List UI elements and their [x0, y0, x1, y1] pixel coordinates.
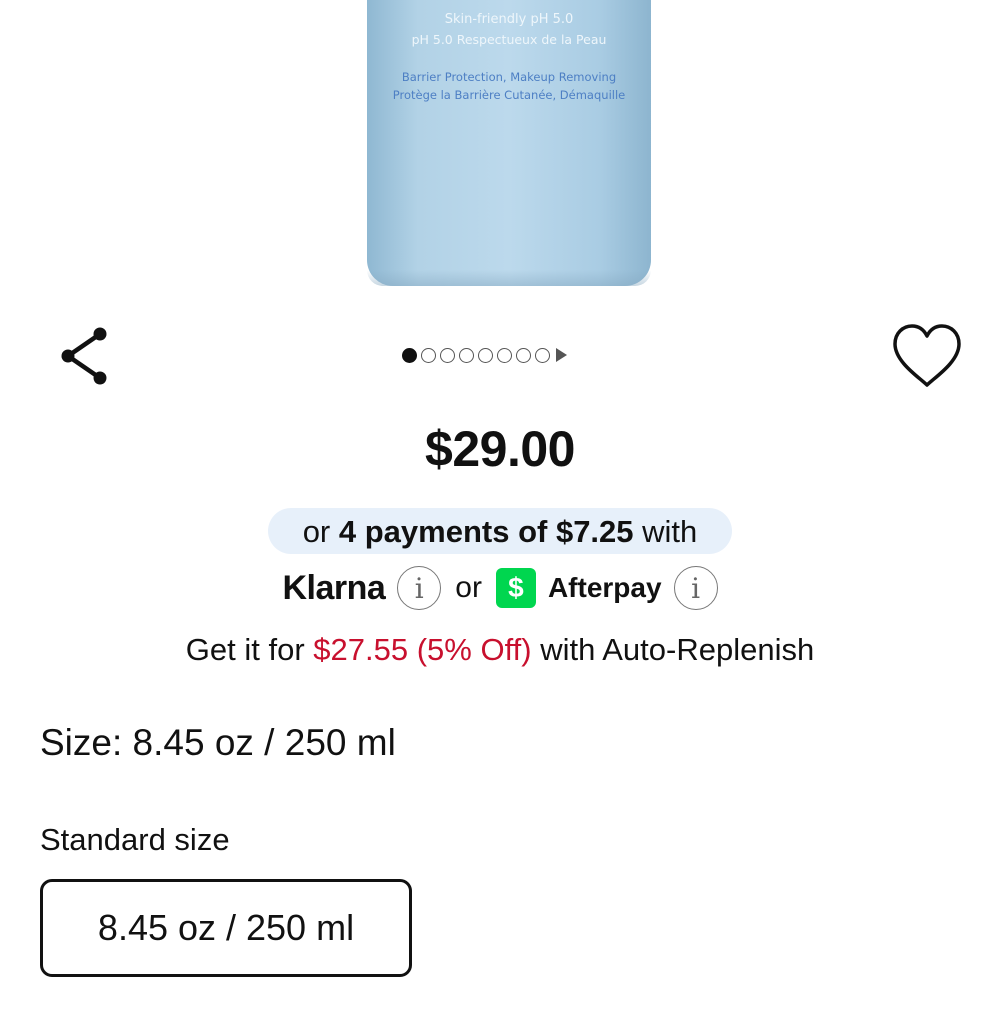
product-image[interactable]: Skin-friendly pH 5.0 pH 5.0 Respectueux … — [0, 0, 1000, 300]
installment-amount: 4 payments of $7.25 — [338, 514, 634, 549]
installment-suffix: with — [642, 514, 698, 549]
share-button[interactable] — [58, 326, 112, 386]
auto-replenish-text: Get it for $27.55 (5% Off) with Auto-Rep… — [0, 632, 1000, 668]
favorite-button[interactable] — [890, 322, 964, 390]
size-option-button[interactable]: 8.45 oz / 250 ml — [40, 879, 412, 977]
product-price: $29.00 — [425, 421, 575, 477]
bottle-text: Skin-friendly pH 5.0 — [444, 12, 574, 27]
afterpay-info-icon[interactable]: i — [673, 566, 718, 610]
bottle-text: Barrier Protection, Makeup Removing — [401, 70, 617, 84]
carousel-next-icon[interactable] — [556, 348, 567, 362]
bnpl-options: Klarna i or $ Afterpay i — [0, 562, 1000, 614]
installment-text: or 4 payments of $7.25 with — [0, 510, 1000, 554]
replenish-suffix: with Auto-Replenish — [540, 632, 815, 667]
image-carousel-indicator[interactable] — [402, 346, 567, 364]
installment-prefix: or — [302, 514, 331, 549]
carousel-dot[interactable] — [516, 347, 531, 363]
afterpay-logo: Afterpay — [547, 572, 662, 603]
carousel-dot[interactable] — [497, 347, 512, 363]
bottle-text: Protège la Barrière Cutanée, Démaquille — [392, 88, 626, 102]
klarna-logo: Klarna — [282, 568, 386, 607]
carousel-dot[interactable] — [440, 347, 455, 363]
heart-outline-icon — [893, 324, 961, 387]
klarna-info-icon[interactable]: i — [397, 566, 442, 610]
replenish-discount: $27.55 (5% Off) — [313, 632, 532, 667]
carousel-dot[interactable] — [478, 347, 493, 363]
carousel-dot[interactable] — [459, 347, 474, 363]
selected-size-label: Size: 8.45 oz / 250 ml — [40, 722, 396, 763]
share-icon — [61, 327, 107, 385]
product-bottle: Skin-friendly pH 5.0 pH 5.0 Respectueux … — [367, 0, 651, 286]
carousel-dot[interactable] — [421, 347, 436, 363]
size-group-label: Standard size — [40, 822, 230, 857]
bnpl-or: or — [455, 571, 482, 604]
replenish-prefix: Get it for — [185, 632, 305, 667]
afterpay-icon: $ — [495, 568, 536, 608]
bottle-text: pH 5.0 Respectueux de la Peau — [411, 32, 607, 47]
carousel-dot[interactable] — [535, 347, 550, 363]
carousel-dot[interactable] — [402, 347, 417, 363]
